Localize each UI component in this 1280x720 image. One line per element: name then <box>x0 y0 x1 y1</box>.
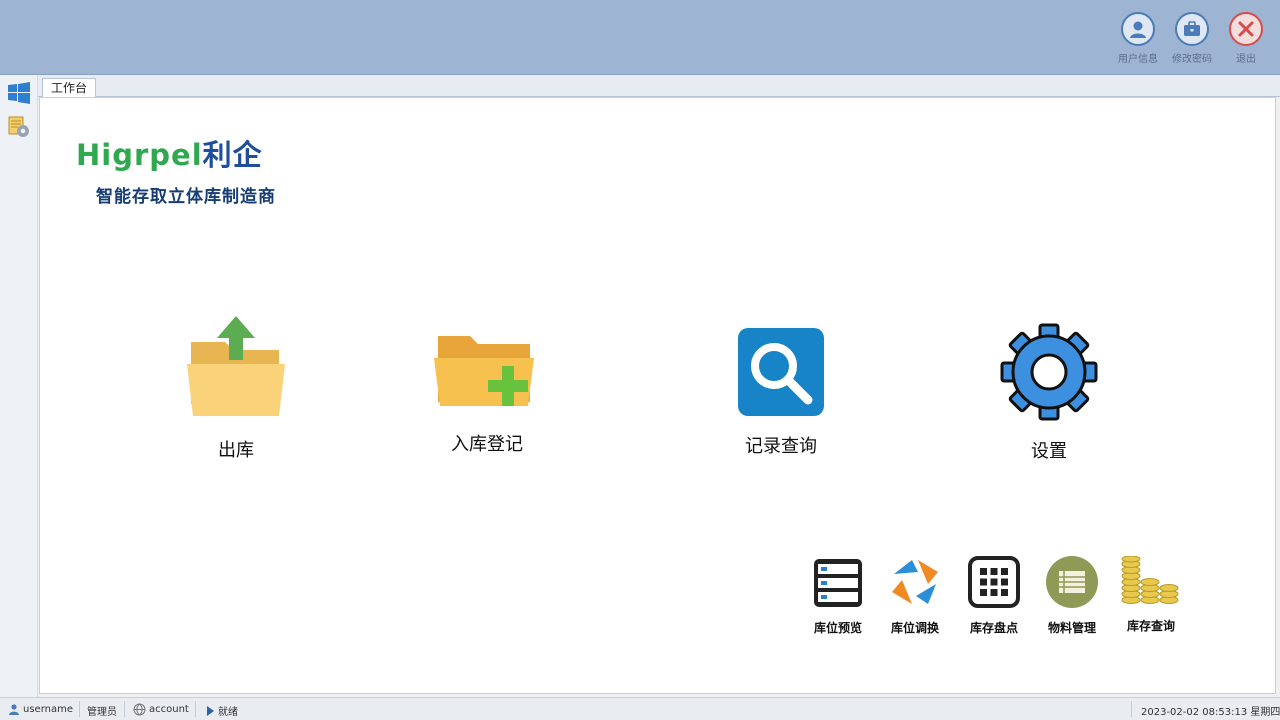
status-account-text: account <box>149 704 189 715</box>
top-bar: 用户信息 修改密码 退出 <box>0 0 1280 75</box>
brand-cn: 利企 <box>202 138 263 172</box>
grid-icon <box>968 556 1020 612</box>
folder-upload-icon <box>185 316 287 424</box>
location-preview-button[interactable]: 库位预览 <box>806 558 870 636</box>
location-preview-label: 库位预览 <box>813 621 862 635</box>
status-user: username <box>8 703 73 715</box>
brand-name: Higrpel利企 <box>76 132 276 174</box>
status-role: 管理员 <box>87 703 117 718</box>
inventory-query-button[interactable]: 库存查询 <box>1119 555 1183 634</box>
user-small-icon <box>9 704 19 715</box>
status-divider <box>1131 701 1132 717</box>
record-query-label: 记录查询 <box>745 436 817 457</box>
change-password-button[interactable]: 修改密码 <box>1172 12 1212 65</box>
status-divider <box>79 701 80 717</box>
status-bar: username 管理员 account 就绪 2023-02-02 08:53… <box>0 697 1280 720</box>
windows-icon[interactable] <box>7 81 31 105</box>
inventory-count-label: 库存盘点 <box>969 621 1018 635</box>
user-info-button[interactable]: 用户信息 <box>1118 12 1158 65</box>
inventory-query-label: 库存查询 <box>1126 619 1175 633</box>
gear-icon <box>1000 323 1098 425</box>
list-icon <box>1046 556 1098 612</box>
left-sidebar <box>0 75 38 697</box>
status-state: 就绪 <box>206 703 238 718</box>
settings-button[interactable]: 设置 <box>1000 323 1098 463</box>
swap-cycle-icon <box>888 556 942 612</box>
location-swap-label: 库位调换 <box>890 621 939 635</box>
status-state-text: 就绪 <box>218 707 238 718</box>
workspace-panel: Higrpel利企 智能存取立体库制造商 出库 入库登记 记录查询 设置 库位预… <box>39 97 1276 694</box>
logout-label: 退出 <box>1236 54 1256 65</box>
material-management-label: 物料管理 <box>1047 621 1096 635</box>
user-icon <box>1121 12 1155 46</box>
location-swap-button[interactable]: 库位调换 <box>883 556 947 636</box>
brand-latin: Higrpel <box>76 138 203 172</box>
close-icon <box>1229 12 1263 46</box>
status-account: account <box>133 703 189 716</box>
status-divider <box>195 701 196 717</box>
brand-logo: Higrpel利企 智能存取立体库制造商 <box>76 132 276 207</box>
logout-button[interactable]: 退出 <box>1226 12 1266 65</box>
user-info-label: 用户信息 <box>1118 54 1158 65</box>
status-divider <box>124 701 125 717</box>
stock-out-button[interactable]: 出库 <box>185 316 287 462</box>
stock-in-register-label: 入库登记 <box>451 434 523 455</box>
material-management-button[interactable]: 物料管理 <box>1040 556 1104 636</box>
folder-add-icon <box>434 330 540 418</box>
record-query-button[interactable]: 记录查询 <box>738 328 824 458</box>
status-username: username <box>23 703 73 715</box>
server-list-icon <box>813 558 863 612</box>
settings-label: 设置 <box>1031 441 1067 462</box>
tab-strip: 工作台 <box>38 75 1280 98</box>
header-actions: 用户信息 修改密码 退出 <box>1118 12 1266 65</box>
play-icon <box>207 705 214 716</box>
tab-workbench[interactable]: 工作台 <box>42 78 97 98</box>
database-settings-icon[interactable] <box>7 115 31 139</box>
status-datetime: 2023-02-02 08:53:13 星期四 <box>1141 703 1280 718</box>
coins-icon <box>1121 555 1181 610</box>
inventory-count-button[interactable]: 库存盘点 <box>962 556 1026 636</box>
status-datetime-text: 2023-02-02 08:53:13 星期四 <box>1141 707 1280 718</box>
stock-out-label: 出库 <box>218 440 254 461</box>
change-password-label: 修改密码 <box>1172 54 1212 65</box>
stock-in-register-button[interactable]: 入库登记 <box>434 330 540 456</box>
briefcase-icon <box>1175 12 1209 46</box>
brand-tagline: 智能存取立体库制造商 <box>96 187 276 207</box>
globe-icon <box>133 703 146 716</box>
status-role-text: 管理员 <box>87 707 117 718</box>
search-icon <box>738 328 824 420</box>
